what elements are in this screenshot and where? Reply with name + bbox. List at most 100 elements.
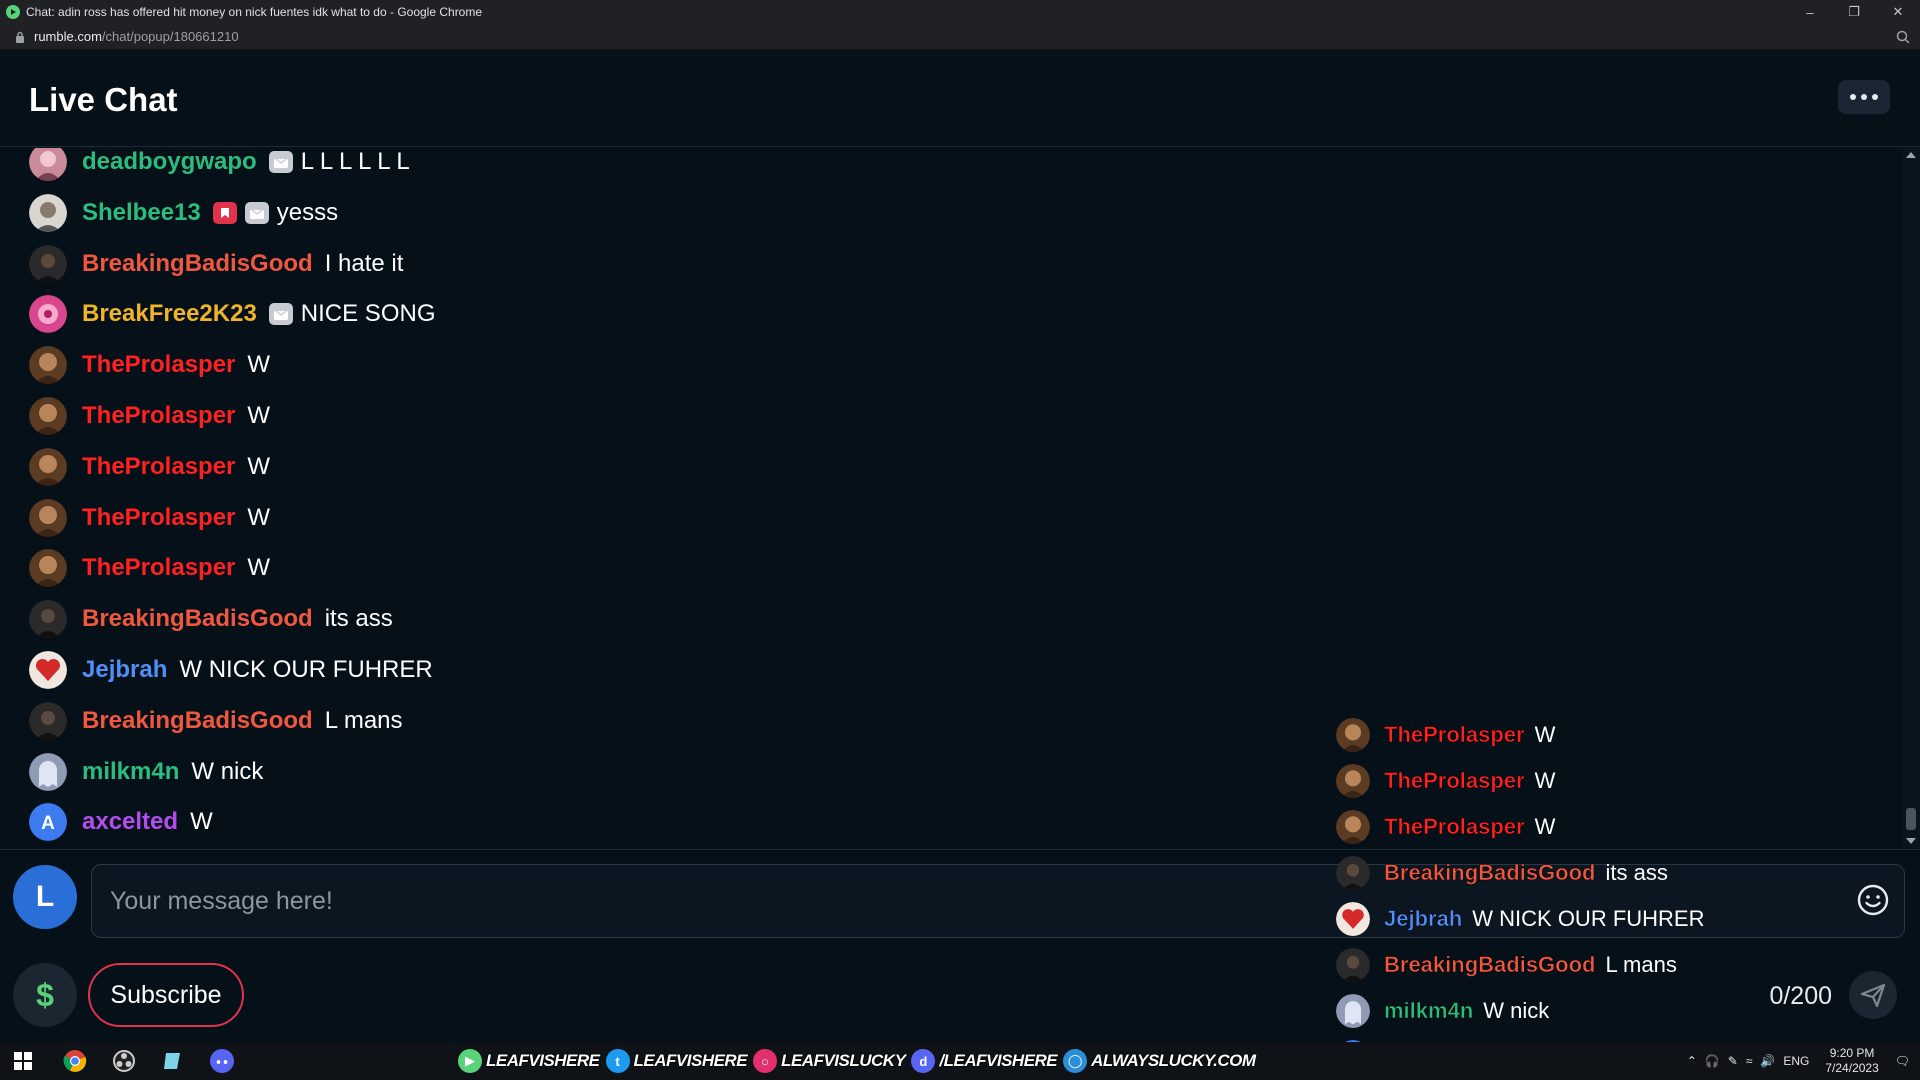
avatar[interactable] <box>1336 948 1370 982</box>
overlay-message: TheProlasper W <box>1336 761 1555 801</box>
avatar[interactable] <box>1336 902 1370 936</box>
wifi-icon[interactable]: ≈ <box>1746 1054 1753 1068</box>
username[interactable]: BreakingBadisGood <box>82 250 313 278</box>
avatar[interactable] <box>1336 856 1370 890</box>
avatar[interactable] <box>29 244 67 283</box>
username[interactable]: Shelbee13 <box>82 199 201 227</box>
message-text: W <box>247 351 271 379</box>
overlay-message: milkm4n W nick <box>1336 991 1549 1031</box>
volume-icon[interactable]: 🔊 <box>1760 1054 1775 1068</box>
chat-scrollbar[interactable] <box>1902 148 1920 848</box>
avatar[interactable] <box>29 600 67 639</box>
avatar[interactable] <box>29 148 67 181</box>
username[interactable]: TheProlasper <box>1384 722 1525 748</box>
overlay-message: TheProlasper W <box>1336 715 1555 755</box>
chat-message: BreakingBadisGood I hate it <box>29 239 403 289</box>
avatar[interactable] <box>29 651 67 689</box>
username[interactable]: TheProlasper <box>1384 768 1525 794</box>
message-text: W <box>1534 768 1556 793</box>
username[interactable]: BreakFree2K23 <box>82 300 257 328</box>
message-text: W NICK OUR FUHRER <box>1472 906 1705 931</box>
close-window-button[interactable]: ✕ <box>1876 0 1920 24</box>
avatar[interactable] <box>29 549 67 588</box>
social-label: LEAFVISHERE <box>633 1050 749 1071</box>
clock-time: 9:20 PM <box>1829 1046 1875 1060</box>
language-indicator[interactable]: ENG <box>1783 1054 1809 1068</box>
username[interactable]: milkm4n <box>82 758 179 786</box>
address-bar[interactable]: rumble.com /chat/popup/180661210 <box>0 24 1920 50</box>
notification-icon[interactable]: 🗨 <box>1895 1054 1910 1068</box>
username[interactable]: TheProlasper <box>1384 814 1525 840</box>
gift-badge-icon <box>244 201 269 224</box>
rumble-favicon-icon <box>6 5 20 19</box>
obs-icon[interactable] <box>109 1046 139 1076</box>
chrome-icon[interactable] <box>60 1046 90 1076</box>
minimize-button[interactable]: – <box>1788 0 1832 24</box>
username[interactable]: Jejbrah <box>82 656 167 684</box>
social-link: t LEAFVISHERE <box>605 1047 749 1075</box>
chat-message: TheProlasper W <box>29 391 270 441</box>
avatar[interactable] <box>29 295 67 334</box>
username[interactable]: deadboygwapo <box>82 148 257 176</box>
overlay-message: BreakingBadisGood L mans <box>1336 945 1677 985</box>
avatar[interactable] <box>1336 718 1370 752</box>
restore-button[interactable]: ❐ <box>1832 0 1876 24</box>
username[interactable]: TheProlasper <box>82 504 235 532</box>
windows-start-icon[interactable] <box>8 1046 38 1076</box>
avatar[interactable]: A <box>29 803 67 842</box>
discord-icon: d <box>911 1049 936 1073</box>
avatar[interactable] <box>29 397 67 435</box>
social-label: /LEAFVISHERE <box>939 1050 1059 1071</box>
message-text: W NICK OUR FUHRER <box>179 656 433 683</box>
avatar[interactable] <box>1336 994 1370 1028</box>
app-icon[interactable] <box>158 1046 188 1076</box>
scroll-down-icon[interactable] <box>1906 838 1916 844</box>
scroll-up-icon[interactable] <box>1906 152 1916 158</box>
avatar[interactable] <box>1336 764 1370 798</box>
instagram-icon: ○ <box>753 1049 778 1073</box>
tip-button[interactable]: $ <box>13 963 77 1027</box>
chat-message: milkm4n W nick <box>29 747 263 797</box>
overlay-message: BreakingBadisGood its ass <box>1336 853 1668 893</box>
windows-taskbar: ▶ LEAFVISHERE t LEAFVISHERE ○ LEAFVISLUCKY d/L… <box>0 1042 1920 1080</box>
message-text: W <box>1534 814 1556 839</box>
message-text: NICE SONG <box>300 300 436 328</box>
chat-message: Aaxcelted W <box>29 797 213 847</box>
username[interactable]: axcelted <box>82 808 178 836</box>
username[interactable]: TheProlasper <box>82 402 235 430</box>
overlay-message: TheProlasper W <box>1336 807 1555 847</box>
user-avatar[interactable]: L <box>13 865 77 929</box>
message-text: L L L L L L <box>300 148 410 175</box>
discord-icon[interactable] <box>207 1046 237 1076</box>
pen-icon[interactable]: ✎ <box>1728 1054 1738 1068</box>
username[interactable]: TheProlasper <box>82 453 235 481</box>
username[interactable]: TheProlasper <box>82 351 235 379</box>
chat-message: deadboygwapo L L L L L L <box>29 148 410 187</box>
zoom-icon[interactable] <box>1896 30 1910 44</box>
avatar[interactable] <box>29 447 67 486</box>
social-link: ◯ ALWAYSLUCKY.COM <box>1063 1047 1257 1075</box>
scrollbar-thumb[interactable] <box>1906 808 1916 830</box>
subscribe-button[interactable]: Subscribe <box>88 963 244 1027</box>
username[interactable]: milkm4n <box>1384 998 1474 1024</box>
username[interactable]: Jejbrah <box>1384 906 1463 932</box>
chat-message: TheProlasper W <box>29 340 270 390</box>
avatar[interactable] <box>29 498 67 537</box>
username[interactable]: BreakingBadisGood <box>82 707 313 735</box>
more-options-button[interactable] <box>1838 80 1890 114</box>
chevron-up-icon[interactable]: ⌃ <box>1687 1054 1697 1068</box>
lock-icon <box>16 31 24 43</box>
chat-message: BreakingBadisGood its ass <box>29 594 393 644</box>
clock[interactable]: 9:20 PM 7/24/2023 <box>1825 1046 1878 1076</box>
username[interactable]: BreakingBadisGood <box>1384 952 1596 978</box>
avatar[interactable] <box>29 193 67 232</box>
username[interactable]: TheProlasper <box>82 554 235 582</box>
username[interactable]: BreakingBadisGood <box>82 605 313 633</box>
avatar[interactable] <box>29 701 67 740</box>
username[interactable]: BreakingBadisGood <box>1384 860 1596 886</box>
avatar[interactable] <box>29 752 67 791</box>
headset-icon[interactable]: 🎧 <box>1705 1054 1720 1068</box>
gift-badge-icon <box>268 151 293 173</box>
avatar[interactable] <box>29 346 67 385</box>
avatar[interactable] <box>1336 810 1370 844</box>
